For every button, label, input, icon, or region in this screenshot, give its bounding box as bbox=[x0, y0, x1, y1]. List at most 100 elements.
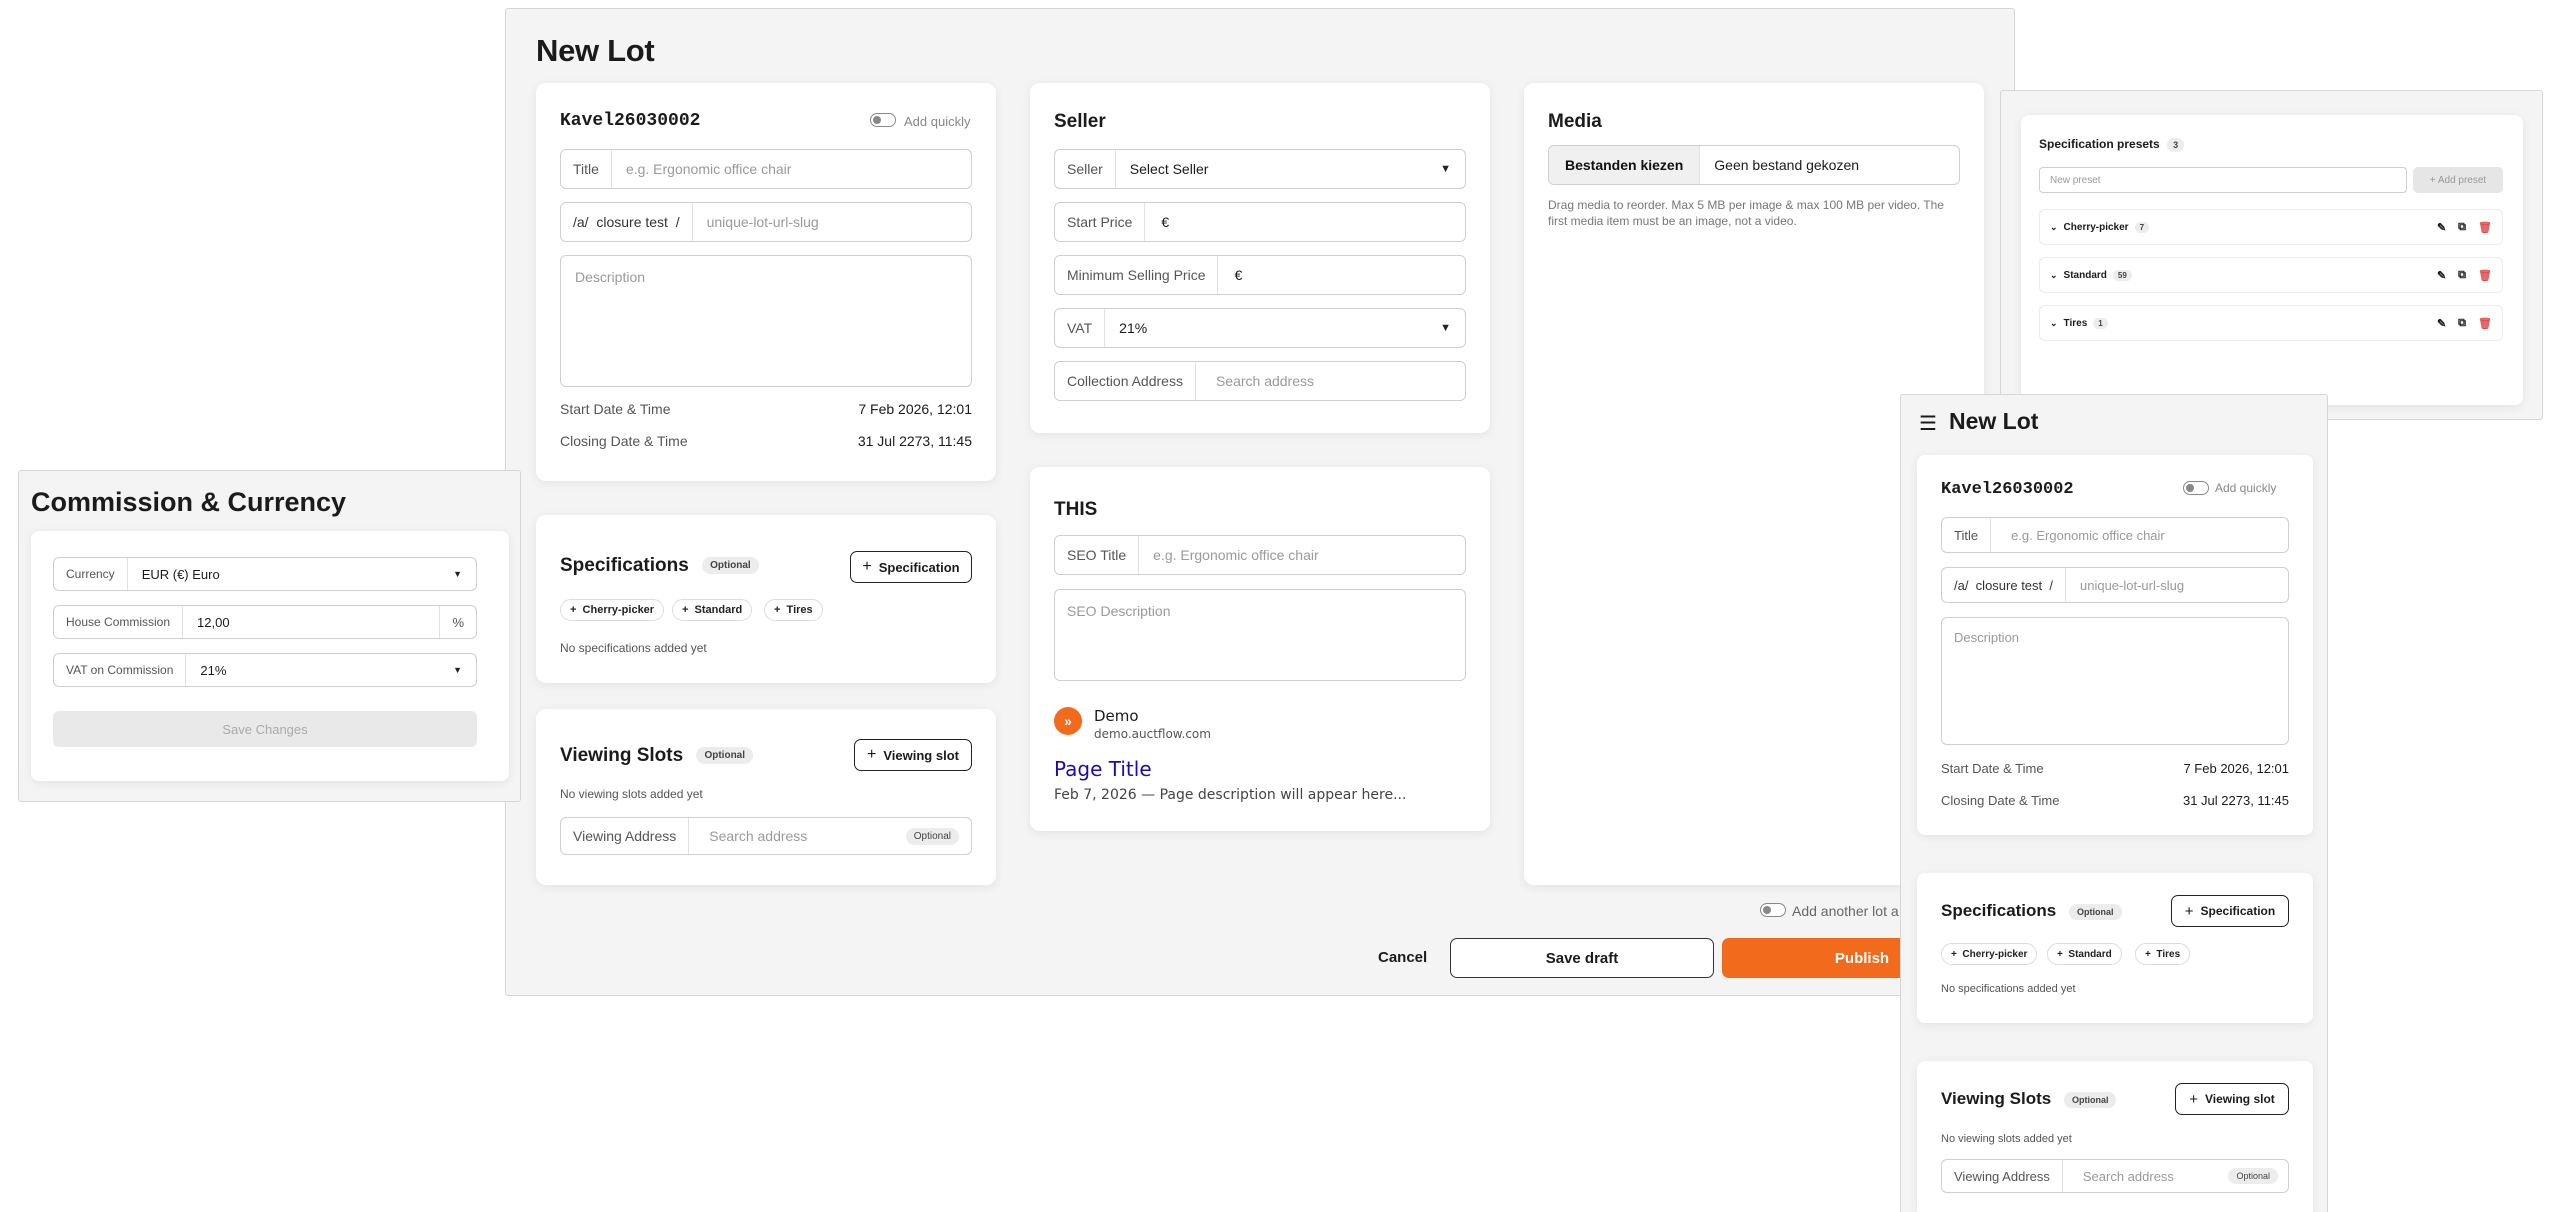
seo-title-field[interactable]: SEO Title e.g. Ergonomic office chair bbox=[1054, 535, 1466, 575]
closing-date-label: Closing Date & Time bbox=[560, 433, 688, 449]
copy-icon[interactable]: ⧉ bbox=[2458, 269, 2466, 282]
viewing-address-label: Viewing Address bbox=[561, 818, 690, 854]
specifications-card: Specifications Optional + Specification … bbox=[536, 515, 996, 683]
seo-description-textarea[interactable]: SEO Description bbox=[1054, 589, 1466, 681]
collection-address-input[interactable]: Search address bbox=[1196, 373, 1465, 389]
hamburger-menu-icon[interactable]: ☰ bbox=[1919, 411, 1937, 436]
viewing-address-optional-badge: Optional bbox=[905, 827, 959, 845]
cancel-button[interactable]: Cancel bbox=[1378, 949, 1427, 966]
mobile-add-specification-button[interactable]: + Specification bbox=[2171, 895, 2289, 927]
presets-title: Specification presets 3 bbox=[2039, 137, 2185, 152]
trash-icon[interactable]: 🗑 bbox=[2478, 221, 2492, 234]
vat-label: VAT bbox=[1055, 309, 1106, 347]
choose-files-button[interactable]: Bestanden kiezen bbox=[1549, 146, 1701, 184]
viewing-address-field[interactable]: Viewing Address Search address Optional bbox=[560, 817, 972, 855]
chevron-down-icon[interactable]: ⌄ bbox=[2050, 222, 2058, 233]
viewing-slots-title: Viewing Slots Optional bbox=[560, 745, 754, 767]
seller-title: Seller bbox=[1054, 111, 1106, 132]
start-price-field[interactable]: Start Price € bbox=[1054, 202, 1466, 242]
seo-page-title[interactable]: Page Title bbox=[1054, 757, 1152, 781]
closing-date-row[interactable]: Closing Date & Time 31 Jul 2273, 11:45 bbox=[560, 433, 972, 449]
collection-address-field[interactable]: Collection Address Search address bbox=[1054, 361, 1466, 401]
slug-field[interactable]: /a/ closure test / unique-lot-url-slug bbox=[560, 202, 972, 242]
mobile-chip-standard[interactable]: + Standard bbox=[2047, 943, 2122, 965]
house-commission-label: House Commission bbox=[54, 606, 184, 638]
chevron-down-icon[interactable]: ⌄ bbox=[2050, 318, 2058, 329]
mobile-closing-date-value[interactable]: 31 Jul 2273, 11:45 bbox=[2183, 793, 2289, 808]
mobile-add-viewing-slot-button[interactable]: + Viewing slot bbox=[2175, 1083, 2289, 1115]
presets-count-badge: 3 bbox=[2167, 137, 2185, 152]
mobile-page-title: New Lot bbox=[1949, 408, 2039, 434]
copy-icon[interactable]: ⧉ bbox=[2458, 221, 2466, 234]
start-date-value[interactable]: 7 Feb 2026, 12:01 bbox=[858, 401, 972, 417]
preset-row-tires[interactable]: ⌄ Tires 1 ✎ ⧉ 🗑 bbox=[2039, 305, 2503, 341]
media-file-input[interactable]: Bestanden kiezen Geen bestand gekozen bbox=[1548, 145, 1960, 185]
preset-chip-tires[interactable]: + Tires bbox=[764, 599, 823, 621]
house-commission-field[interactable]: House Commission 12,00 % bbox=[53, 605, 477, 639]
chevron-down-icon: ▼ bbox=[453, 569, 462, 579]
preset-row-cherry-picker[interactable]: ⌄ Cherry-picker 7 ✎ ⧉ 🗑 bbox=[2039, 209, 2503, 245]
mobile-add-quickly-toggle[interactable] bbox=[2183, 481, 2209, 495]
slug-prefix: /a/ closure test / bbox=[561, 203, 693, 241]
add-viewing-slot-button[interactable]: + Viewing slot bbox=[854, 739, 972, 771]
edit-icon[interactable]: ✎ bbox=[2437, 317, 2446, 330]
seller-select[interactable]: Seller Select Seller ▼ bbox=[1054, 149, 1466, 189]
mobile-title-field[interactable]: Title e.g. Ergonomic office chair bbox=[1941, 517, 2289, 553]
vat-commission-value: 21% bbox=[200, 662, 227, 678]
mobile-lot-card: Kavel26030002 Add quickly Title e.g. Erg… bbox=[1917, 455, 2313, 835]
min-selling-price-field[interactable]: Minimum Selling Price € bbox=[1054, 255, 1466, 295]
seo-title-input[interactable]: e.g. Ergonomic office chair bbox=[1139, 547, 1465, 563]
mobile-viewing-address-input[interactable]: Search address bbox=[2063, 1169, 2229, 1184]
lot-details-card: Kavel26030002 Add quickly Title e.g. Erg… bbox=[536, 83, 996, 481]
chevron-down-icon[interactable]: ⌄ bbox=[2050, 270, 2058, 281]
start-price-currency: € bbox=[1161, 214, 1170, 230]
plus-icon: + bbox=[867, 746, 877, 763]
new-lot-desktop-frame: New Lot Kavel26030002 Add quickly Title … bbox=[505, 8, 2015, 996]
mobile-slug-field[interactable]: /a/ closure test / unique-lot-url-slug bbox=[1941, 567, 2289, 603]
mobile-title-label: Title bbox=[1942, 518, 1992, 552]
currency-select[interactable]: Currency EUR (€) Euro ▼ bbox=[53, 557, 477, 591]
mobile-slug-input[interactable]: unique-lot-url-slug bbox=[2066, 578, 2288, 593]
no-file-chosen-text: Geen bestand gekozen bbox=[1714, 157, 1860, 173]
mobile-viewing-address-label: Viewing Address bbox=[1942, 1160, 2063, 1192]
new-preset-input[interactable]: New preset bbox=[2039, 167, 2407, 193]
add-another-lot-label: Add another lot a bbox=[1792, 903, 1899, 919]
start-date-row[interactable]: Start Date & Time 7 Feb 2026, 12:01 bbox=[560, 401, 972, 417]
mobile-closing-date-row[interactable]: Closing Date & Time 31 Jul 2273, 11:45 bbox=[1941, 793, 2289, 808]
mobile-description-textarea[interactable]: Description bbox=[1941, 617, 2289, 745]
mobile-chip-cherry-picker[interactable]: + Cherry-picker bbox=[1941, 943, 2038, 965]
vat-commission-select[interactable]: VAT on Commission 21% ▼ bbox=[53, 653, 477, 687]
mobile-start-date-value[interactable]: 7 Feb 2026, 12:01 bbox=[2183, 761, 2289, 776]
add-quickly-toggle[interactable] bbox=[870, 113, 896, 127]
vat-select[interactable]: VAT 21% ▼ bbox=[1054, 308, 1466, 348]
mobile-specifications-title: Specifications Optional bbox=[1941, 901, 2122, 921]
copy-icon[interactable]: ⧉ bbox=[2458, 317, 2466, 330]
trash-icon[interactable]: 🗑 bbox=[2478, 317, 2492, 330]
edit-icon[interactable]: ✎ bbox=[2437, 269, 2446, 282]
trash-icon[interactable]: 🗑 bbox=[2478, 269, 2492, 282]
currency-label: Currency bbox=[54, 558, 128, 590]
mobile-start-date-row[interactable]: Start Date & Time 7 Feb 2026, 12:01 bbox=[1941, 761, 2289, 776]
add-preset-button[interactable]: + Add preset bbox=[2413, 167, 2503, 193]
save-draft-button[interactable]: Save draft bbox=[1450, 938, 1714, 978]
closing-date-value[interactable]: 31 Jul 2273, 11:45 bbox=[858, 433, 972, 449]
description-textarea[interactable]: Description bbox=[560, 255, 972, 387]
save-changes-button[interactable]: Save Changes bbox=[53, 711, 477, 747]
preset-chip-cherry-picker[interactable]: + Cherry-picker bbox=[560, 599, 665, 621]
title-field[interactable]: Title e.g. Ergonomic office chair bbox=[560, 149, 972, 189]
preset-chip-standard[interactable]: + Standard bbox=[672, 599, 753, 621]
title-input[interactable]: e.g. Ergonomic office chair bbox=[612, 161, 971, 177]
mobile-slug-prefix: /a/ closure test / bbox=[1942, 568, 2066, 602]
preset-row-standard[interactable]: ⌄ Standard 59 ✎ ⧉ 🗑 bbox=[2039, 257, 2503, 293]
edit-icon[interactable]: ✎ bbox=[2437, 221, 2446, 234]
mobile-chip-tires[interactable]: + Tires bbox=[2135, 943, 2191, 965]
slug-input[interactable]: unique-lot-url-slug bbox=[693, 214, 971, 230]
viewing-address-input[interactable]: Search address bbox=[689, 828, 906, 844]
mobile-title-input[interactable]: e.g. Ergonomic office chair bbox=[1991, 528, 2288, 543]
seo-site-url: demo.auctflow.com bbox=[1094, 727, 1211, 741]
house-commission-value[interactable]: 12,00 bbox=[183, 615, 439, 630]
mobile-viewing-address-field[interactable]: Viewing Address Search address Optional bbox=[1941, 1159, 2289, 1193]
add-specification-button[interactable]: + Specification bbox=[850, 551, 972, 583]
add-another-lot-toggle[interactable] bbox=[1760, 903, 1786, 917]
commission-title: Commission & Currency bbox=[31, 487, 347, 517]
